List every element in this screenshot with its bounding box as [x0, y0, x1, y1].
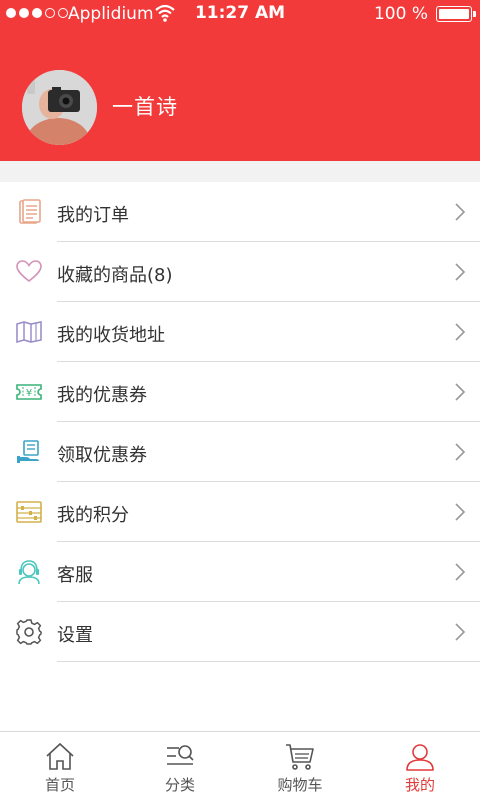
order-list-icon — [19, 199, 41, 224]
battery-icon — [436, 6, 476, 22]
chevron-right-icon — [455, 503, 466, 521]
tab-category[interactable]: 分类 — [120, 732, 240, 801]
tab-label: 我的 — [404, 776, 435, 794]
menu-item-label: 收藏的商品(8) — [57, 265, 173, 286]
bottom-tab-bar: 首页 分类 购物车 我的 — [0, 731, 480, 801]
menu-item-label: 我的收货地址 — [57, 325, 165, 346]
menu-list: 我的订单 收藏的商品(8) 我的收货地址 ¥ 我的优惠券 领取优惠券 我的积分 … — [0, 182, 480, 662]
menu-item-address[interactable]: 我的收货地址 — [0, 302, 480, 362]
customer-service-icon — [18, 560, 40, 585]
menu-item-favorites[interactable]: 收藏的商品(8) — [0, 242, 480, 302]
map-icon — [16, 321, 42, 344]
abacus-icon — [16, 501, 42, 523]
chevron-right-icon — [455, 263, 466, 281]
username: 一首诗 — [112, 95, 178, 119]
menu-item-label: 客服 — [57, 565, 93, 586]
menu-item-my-coupons[interactable]: ¥ 我的优惠券 — [0, 362, 480, 422]
coupon-icon: ¥ — [16, 384, 42, 400]
menu-item-my-orders[interactable]: 我的订单 — [0, 182, 480, 242]
tab-label: 购物车 — [277, 776, 323, 794]
menu-item-label: 我的优惠券 — [57, 385, 147, 406]
tab-mine[interactable]: 我的 — [360, 732, 480, 801]
profile-header: Applidium 11:27 AM 100 % 一首诗 — [0, 0, 480, 161]
cart-icon — [286, 744, 314, 770]
heart-icon — [16, 260, 42, 283]
chevron-right-icon — [455, 563, 466, 581]
menu-item-customer-service[interactable]: 客服 — [0, 542, 480, 602]
menu-item-label: 我的订单 — [57, 205, 129, 226]
receive-coupon-icon — [17, 440, 39, 463]
divider — [57, 661, 480, 662]
avatar[interactable] — [22, 70, 97, 145]
chevron-right-icon — [455, 623, 466, 641]
status-bar: Applidium 11:27 AM 100 % — [0, 0, 480, 28]
chevron-right-icon — [455, 323, 466, 341]
menu-item-label: 领取优惠券 — [57, 445, 147, 466]
menu-item-receive-coupons[interactable]: 领取优惠券 — [0, 422, 480, 482]
tab-label: 首页 — [44, 776, 75, 794]
chevron-right-icon — [455, 443, 466, 461]
tab-cart[interactable]: 购物车 — [240, 732, 360, 801]
menu-item-settings[interactable]: 设置 — [0, 602, 480, 662]
battery-percent: 100 % — [373, 4, 428, 24]
gear-icon — [16, 619, 42, 645]
home-icon — [46, 742, 74, 770]
category-search-icon — [167, 745, 194, 765]
chevron-right-icon — [455, 203, 466, 221]
tab-label: 分类 — [164, 776, 195, 794]
user-icon — [406, 744, 434, 771]
tab-home[interactable]: 首页 — [0, 732, 120, 801]
svg-text:¥: ¥ — [26, 388, 32, 399]
chevron-right-icon — [455, 383, 466, 401]
menu-item-label: 我的积分 — [57, 505, 129, 526]
section-gap — [0, 161, 480, 182]
menu-item-points[interactable]: 我的积分 — [0, 482, 480, 542]
menu-item-label: 设置 — [57, 625, 93, 646]
